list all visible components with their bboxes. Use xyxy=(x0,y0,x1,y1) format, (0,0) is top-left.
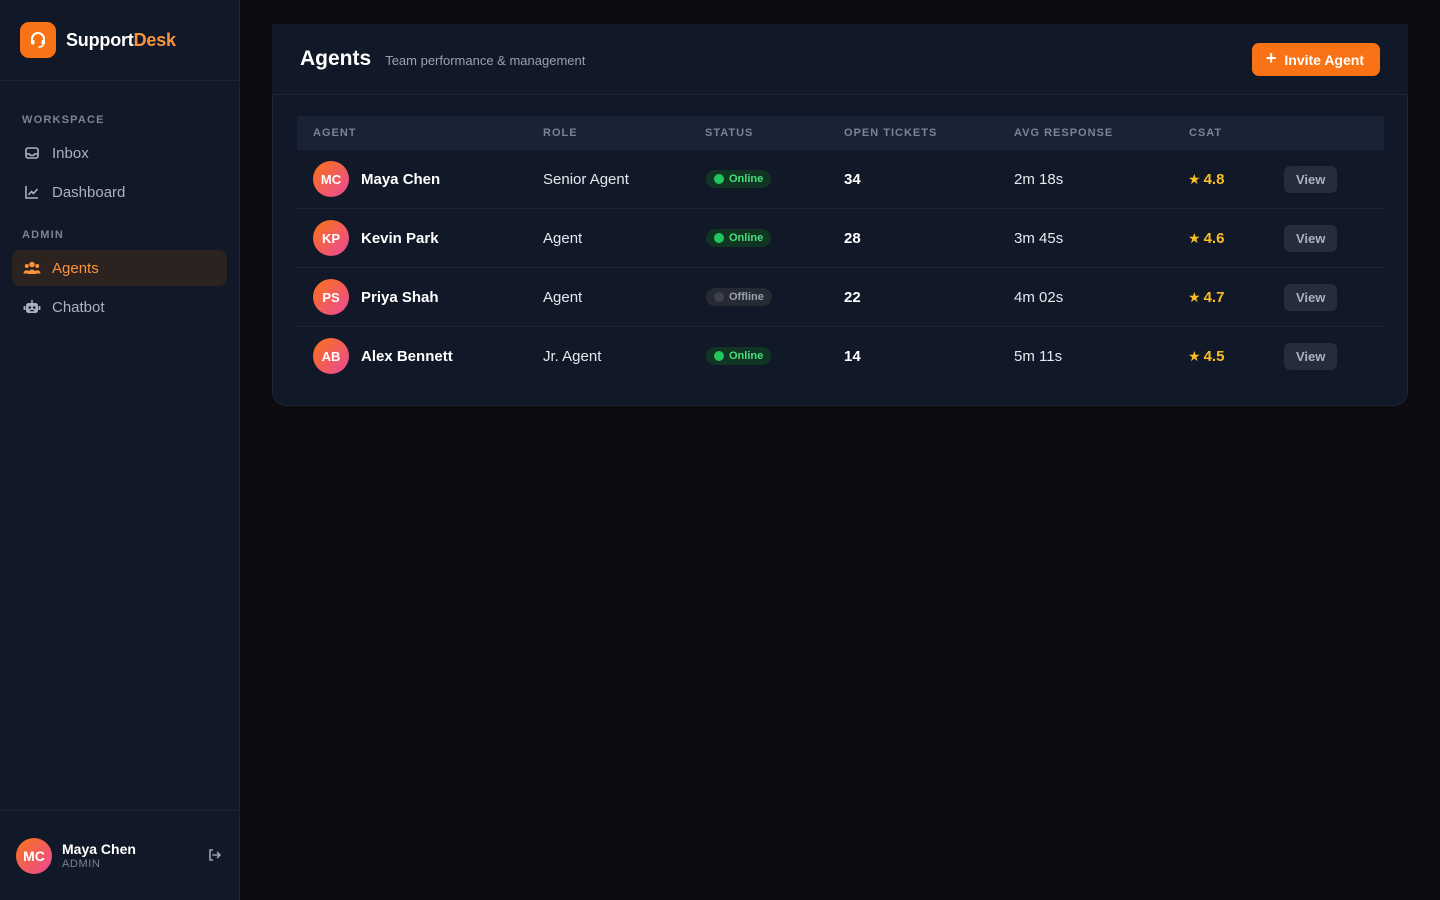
csat-score: 4.7 xyxy=(1203,288,1225,306)
open-tickets: 22 xyxy=(844,288,861,306)
avg-response: 4m 02s xyxy=(1014,288,1064,306)
headset-icon xyxy=(20,22,56,58)
table-header: AGENT ROLE STATUS OPEN TICKETS AVG RESPO… xyxy=(297,116,1384,150)
agent-name: Kevin Park xyxy=(361,229,439,247)
avatar: MC xyxy=(16,837,52,874)
sidebar-item-label: Agents xyxy=(52,259,99,277)
open-tickets: 28 xyxy=(844,229,861,247)
view-button[interactable]: View xyxy=(1284,165,1338,193)
column-header-role: ROLE xyxy=(543,127,578,139)
logout-icon[interactable] xyxy=(207,847,225,865)
open-tickets: 34 xyxy=(844,170,861,188)
status-dot xyxy=(714,174,724,184)
view-button[interactable]: View xyxy=(1284,224,1338,252)
sidebar-item-label: Inbox xyxy=(52,144,89,162)
avatar: PS xyxy=(313,279,349,315)
agent-name: Maya Chen xyxy=(361,170,441,188)
table-row[interactable]: MC Maya Chen Senior Agent Online 34 2m 1… xyxy=(297,150,1384,209)
open-tickets: 14 xyxy=(844,347,861,365)
invite-agent-label: Invite Agent xyxy=(1284,51,1364,68)
agent-name: Priya Shah xyxy=(361,288,439,306)
agent-role: Agent xyxy=(543,229,583,247)
sidebar-item-label: Chatbot xyxy=(52,298,105,316)
status-label: Online xyxy=(729,173,764,185)
star-icon: ★ xyxy=(1188,229,1201,246)
table-row[interactable]: PS Priya Shah Agent Offline 22 4m 02s ★ 4… xyxy=(297,268,1384,327)
nav-section-workspace: WORKSPACE xyxy=(22,114,105,126)
status-dot xyxy=(714,351,724,361)
view-button[interactable]: View xyxy=(1284,283,1338,311)
user-profile[interactable]: MC Maya Chen ADMIN xyxy=(0,810,239,900)
avatar: KP xyxy=(313,220,349,256)
agent-name: Alex Bennett xyxy=(361,347,453,365)
user-role: ADMIN xyxy=(62,858,101,870)
csat-score: 4.8 xyxy=(1203,170,1225,188)
page-header: Agents Team performance & management + I… xyxy=(272,24,1408,95)
column-header-agent: AGENT xyxy=(313,127,357,139)
avg-response: 2m 18s xyxy=(1014,170,1064,188)
status-dot xyxy=(714,233,724,243)
table-row[interactable]: KP Kevin Park Agent Online 28 3m 45s ★ 4.… xyxy=(297,209,1384,268)
csat-score: 4.6 xyxy=(1203,229,1225,247)
status-badge: Online xyxy=(706,347,772,365)
status-badge: Online xyxy=(706,229,772,247)
agent-role: Senior Agent xyxy=(543,170,629,188)
avg-response: 5m 11s xyxy=(1014,347,1063,365)
column-header-open-tickets: OPEN TICKETS xyxy=(844,127,938,139)
brand-name-accent: Desk xyxy=(133,29,176,50)
plus-icon: + xyxy=(1265,48,1277,68)
view-button[interactable]: View xyxy=(1284,342,1338,370)
invite-agent-button[interactable]: + Invite Agent xyxy=(1251,43,1380,76)
star-icon: ★ xyxy=(1188,347,1201,364)
sidebar-item-label: Dashboard xyxy=(52,183,126,201)
agent-role: Agent xyxy=(543,288,583,306)
sidebar-item-inbox[interactable]: Inbox xyxy=(12,135,227,171)
status-label: Offline xyxy=(729,291,764,303)
avatar: MC xyxy=(313,161,349,197)
csat-score: 4.5 xyxy=(1203,347,1225,365)
page-subtitle: Team performance & management xyxy=(385,53,586,68)
user-name: Maya Chen xyxy=(62,841,136,857)
status-dot xyxy=(714,292,724,302)
sidebar-item-agents[interactable]: Agents xyxy=(12,250,227,286)
nav-section-admin: ADMIN xyxy=(22,229,65,241)
status-label: Online xyxy=(729,232,764,244)
status-badge: Offline xyxy=(706,288,772,306)
chart-line-icon xyxy=(22,182,42,202)
column-header-status: STATUS xyxy=(705,127,754,139)
column-header-csat: CSAT xyxy=(1189,127,1223,139)
star-icon: ★ xyxy=(1188,288,1201,305)
inbox-icon xyxy=(22,143,42,163)
avatar: AB xyxy=(313,338,349,374)
sidebar: SupportDesk WORKSPACE Inbox Dashboard AD… xyxy=(0,0,240,900)
agent-role: Jr. Agent xyxy=(543,347,602,365)
users-icon xyxy=(22,258,42,278)
avg-response: 3m 45s xyxy=(1014,229,1064,247)
brand-name: SupportDesk xyxy=(66,30,176,51)
status-badge: Online xyxy=(706,170,772,188)
column-header-avg-response: AVG RESPONSE xyxy=(1014,127,1114,139)
table-row[interactable]: AB Alex Bennett Jr. Agent Online 14 5m 1… xyxy=(297,327,1384,386)
robot-icon xyxy=(22,297,42,317)
brand[interactable]: SupportDesk xyxy=(0,0,239,81)
page-title: Agents xyxy=(300,47,372,70)
status-label: Online xyxy=(729,350,764,362)
sidebar-item-dashboard[interactable]: Dashboard xyxy=(12,174,227,210)
agents-table: AGENT ROLE STATUS OPEN TICKETS AVG RESPO… xyxy=(272,95,1408,406)
brand-name-main: Support xyxy=(66,29,134,50)
sidebar-item-chatbot[interactable]: Chatbot xyxy=(12,289,227,325)
star-icon: ★ xyxy=(1188,170,1201,187)
